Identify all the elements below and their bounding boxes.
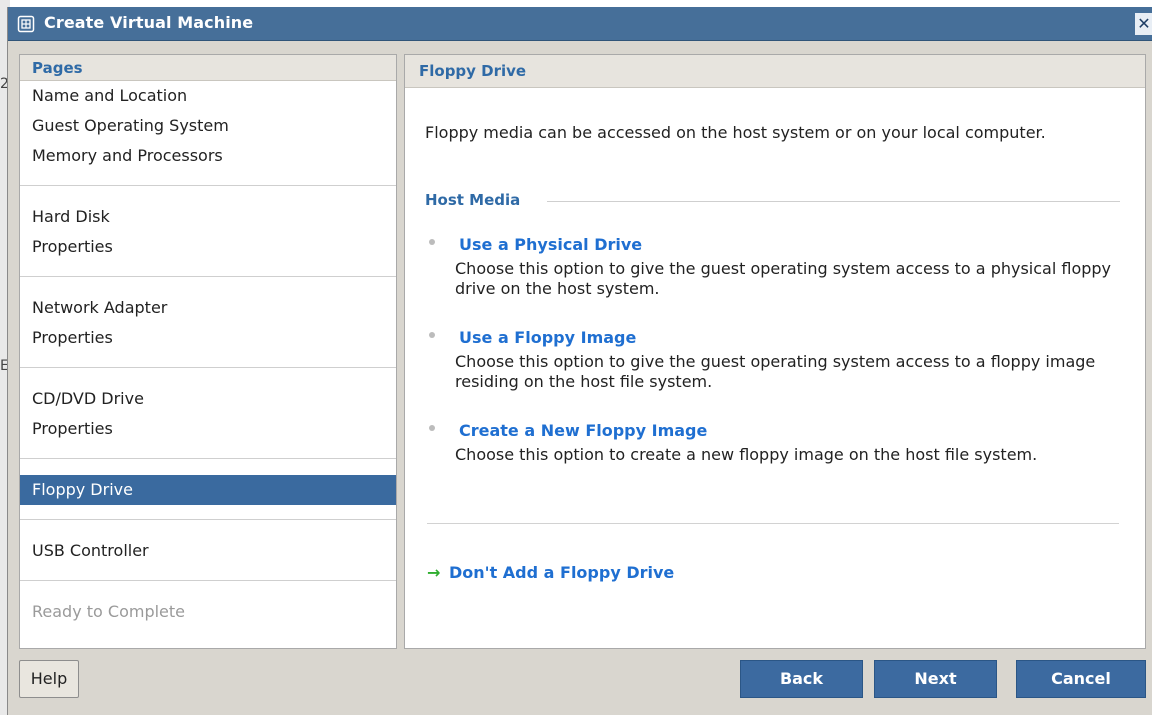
pages-header: Pages	[20, 55, 396, 81]
page-group: Hard Disk Properties	[20, 186, 396, 277]
dont-add-floppy-link[interactable]: → Don't Add a Floppy Drive	[427, 563, 674, 582]
sidebar-page-item: Ready to Complete	[32, 602, 186, 621]
sidebar-page-item[interactable]: USB Controller	[20, 536, 396, 566]
sidebar-page-item[interactable]: Floppy Drive	[20, 475, 396, 505]
use-floppy-image-link[interactable]: Use a Floppy Image	[459, 328, 636, 347]
close-button[interactable]: ✕	[1135, 13, 1152, 35]
sidebar-page-item[interactable]: Guest Operating System	[20, 111, 396, 141]
pages-panel: Pages Name and Location Guest Operating S…	[19, 54, 397, 649]
floppy-drive-panel: Floppy Drive Floppy media can be accesse…	[404, 54, 1146, 649]
sidebar-page-item[interactable]: Hard Disk	[20, 202, 396, 232]
page-group: CD/DVD Drive Properties	[20, 368, 396, 459]
page-group: USB Controller	[20, 520, 396, 581]
sidebar-page-item[interactable]: Memory and Processors	[20, 141, 396, 171]
host-media-section: Host Media	[425, 191, 1120, 211]
sidebar-page-item[interactable]: Network Adapter	[20, 293, 396, 323]
arrow-right-icon: →	[427, 563, 441, 582]
dialog-titlebar[interactable]: Create Virtual Machine ✕	[8, 7, 1152, 41]
bullet-icon	[429, 332, 435, 338]
sidebar-page-item[interactable]: Properties	[20, 232, 396, 262]
next-button[interactable]: Next	[874, 660, 997, 698]
sidebar-page-item[interactable]: CD/DVD Drive	[20, 384, 396, 414]
bullet-icon	[429, 239, 435, 245]
create-vm-dialog: Create Virtual Machine ✕ Pages Name and …	[7, 7, 1152, 715]
option-description: Choose this option to give the guest ope…	[455, 259, 1112, 298]
cancel-button[interactable]: Cancel	[1016, 660, 1146, 698]
bullet-icon	[429, 425, 435, 431]
page-group: Ready to Complete	[20, 581, 396, 641]
option-description: Choose this option to give the guest ope…	[455, 352, 1096, 391]
section-divider	[547, 201, 1120, 202]
option-description: Choose this option to create a new flopp…	[455, 445, 1038, 464]
virtual-machine-icon	[17, 15, 35, 33]
sidebar-page-item[interactable]: Name and Location	[20, 81, 396, 111]
sidebar-page-item[interactable]: Properties	[20, 414, 396, 444]
content-header: Floppy Drive	[405, 55, 1145, 88]
skip-label: Don't Add a Floppy Drive	[449, 563, 675, 582]
create-floppy-image-link[interactable]: Create a New Floppy Image	[459, 421, 707, 440]
pages-list: Name and Location Guest Operating System M…	[20, 81, 396, 641]
dialog-title: Create Virtual Machine	[44, 13, 254, 32]
page-group: Name and Location Guest Operating System M…	[20, 81, 396, 186]
content-divider	[427, 523, 1119, 524]
intro-text: Floppy media can be accessed on the host…	[425, 123, 1046, 142]
section-title: Host Media	[425, 191, 521, 209]
page-group: Network Adapter Properties	[20, 277, 396, 368]
back-button[interactable]: Back	[740, 660, 863, 698]
sidebar-page-item[interactable]: Properties	[20, 323, 396, 353]
use-physical-drive-link[interactable]: Use a Physical Drive	[459, 235, 642, 254]
help-button[interactable]: Help	[19, 660, 79, 698]
page-group: Floppy Drive	[20, 459, 396, 520]
